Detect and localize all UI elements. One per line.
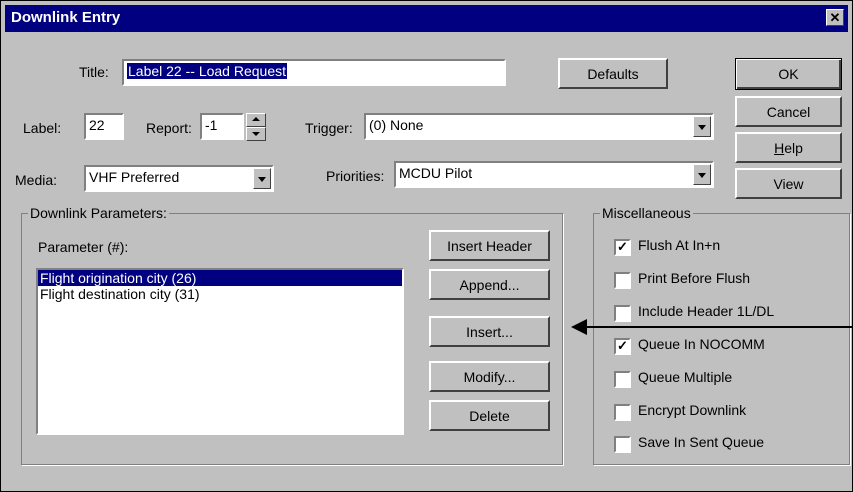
help-mnemonic: H bbox=[774, 139, 785, 156]
checkbox-label: Include Header 1L/DL bbox=[638, 303, 775, 319]
label-label: Label: bbox=[23, 120, 62, 136]
checkbox-label: Queue Multiple bbox=[638, 369, 733, 385]
checkmark-icon: ✓ bbox=[617, 239, 628, 254]
modify-button[interactable]: Modify... bbox=[429, 361, 550, 392]
checkbox-box[interactable] bbox=[614, 305, 631, 322]
parameter-list[interactable]: Flight origination city (26) Flight dest… bbox=[36, 268, 404, 435]
title-bar[interactable]: Downlink Entry ✕ bbox=[5, 5, 848, 32]
insert-button[interactable]: Insert... bbox=[429, 316, 550, 347]
title-input[interactable]: Label 22 -- Load Request bbox=[122, 59, 506, 86]
delete-button[interactable]: Delete bbox=[429, 400, 550, 431]
priorities-select[interactable]: MCDU Pilot bbox=[394, 161, 714, 188]
media-dropdown-icon[interactable] bbox=[253, 168, 271, 189]
parameter-label: Parameter (#): bbox=[38, 239, 129, 255]
checkbox-box[interactable] bbox=[614, 404, 631, 421]
pointer-arrow-icon bbox=[571, 319, 587, 335]
checkbox-box[interactable] bbox=[614, 272, 631, 289]
downlink-parameters-title: Downlink Parameters: bbox=[28, 205, 169, 221]
help-label: elp bbox=[784, 139, 803, 156]
trigger-value: (0) None bbox=[369, 117, 424, 133]
ok-button[interactable]: OK bbox=[735, 58, 842, 90]
priorities-dropdown-icon[interactable] bbox=[693, 164, 711, 185]
window-title: Downlink Entry bbox=[11, 9, 121, 26]
title-label: Title: bbox=[79, 64, 109, 80]
close-button[interactable]: ✕ bbox=[826, 9, 844, 26]
list-item[interactable]: Flight destination city (31) bbox=[38, 286, 402, 302]
report-label: Report: bbox=[146, 120, 192, 136]
report-input[interactable]: -1 bbox=[200, 113, 244, 140]
downlink-entry-dialog: Downlink Entry ✕ Title: Label 22 -- Load… bbox=[0, 0, 853, 492]
label-input[interactable]: 22 bbox=[84, 113, 124, 140]
report-spin-down[interactable] bbox=[246, 127, 266, 141]
close-icon: ✕ bbox=[829, 10, 841, 25]
trigger-dropdown-icon[interactable] bbox=[693, 116, 711, 137]
cancel-button[interactable]: Cancel bbox=[735, 96, 842, 127]
checkmark-icon: ✓ bbox=[617, 338, 628, 353]
trigger-label: Trigger: bbox=[305, 120, 353, 136]
checkbox-box[interactable] bbox=[614, 436, 631, 453]
checkbox-label: Queue In NOCOMM bbox=[638, 336, 765, 352]
list-item[interactable]: Flight origination city (26) bbox=[38, 270, 402, 286]
priorities-label: Priorities: bbox=[326, 168, 385, 184]
miscellaneous-group: Miscellaneous ✓ Flush At In+n Print Befo… bbox=[593, 205, 850, 465]
title-input-value: Label 22 -- Load Request bbox=[127, 63, 287, 79]
miscellaneous-title: Miscellaneous bbox=[600, 205, 693, 221]
report-spin-up[interactable] bbox=[246, 113, 266, 127]
pointer-arrow-line bbox=[586, 326, 853, 328]
checkbox-label: Flush At In+n bbox=[638, 237, 721, 253]
media-select[interactable]: VHF Preferred bbox=[84, 165, 274, 192]
checkbox-box[interactable] bbox=[614, 371, 631, 388]
checkbox-box[interactable]: ✓ bbox=[614, 338, 631, 355]
append-button[interactable]: Append... bbox=[429, 269, 550, 300]
help-button[interactable]: Help bbox=[735, 132, 842, 163]
checkbox-label: Save In Sent Queue bbox=[638, 434, 765, 450]
checkbox-label: Print Before Flush bbox=[638, 270, 751, 286]
defaults-button[interactable]: Defaults bbox=[558, 58, 668, 89]
media-value: VHF Preferred bbox=[89, 169, 180, 185]
media-label: Media: bbox=[15, 172, 58, 188]
checkbox-label: Encrypt Downlink bbox=[638, 402, 747, 418]
checkbox-box[interactable]: ✓ bbox=[614, 239, 631, 256]
view-button[interactable]: View bbox=[735, 168, 842, 199]
priorities-value: MCDU Pilot bbox=[399, 165, 473, 181]
trigger-select[interactable]: (0) None bbox=[364, 113, 714, 140]
insert-header-button[interactable]: Insert Header bbox=[429, 230, 550, 261]
